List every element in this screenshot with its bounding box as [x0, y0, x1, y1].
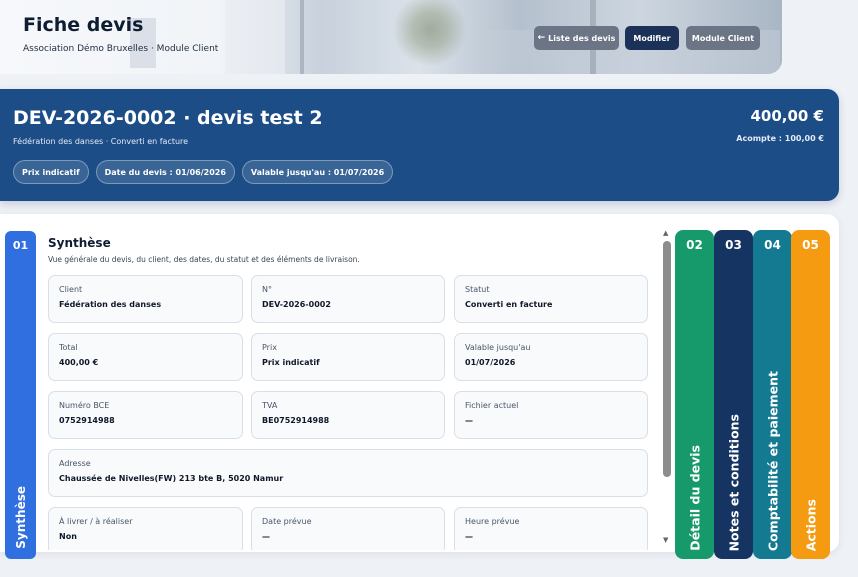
field-label: N°: [262, 285, 272, 294]
quote-hero-card: DEV-2026-0002 · devis test 2 Fédération …: [0, 89, 839, 201]
tab-notes-conditions[interactable]: 03 Notes et conditions: [714, 230, 753, 559]
edit-button[interactable]: Modifier: [625, 26, 679, 50]
scroll-up-arrow-icon[interactable]: ▲: [663, 229, 668, 237]
tab-label: Notes et conditions: [726, 413, 741, 551]
field-label: À livrer / à réaliser: [59, 517, 133, 526]
fields-scroll-area[interactable]: Client Fédération des danses N° DEV-2026…: [40, 230, 660, 550]
quote-chips: Prix indicatif Date du devis : 01/06/202…: [13, 160, 394, 184]
list-quotes-label: Liste des devis: [548, 33, 616, 43]
banner-plant-decoration: [395, 0, 465, 74]
tab-label: Détail du devis: [687, 445, 702, 551]
tab-number: 03: [725, 238, 742, 252]
quote-date-chip: Date du devis : 01/06/2026: [95, 160, 235, 184]
list-quotes-button[interactable]: ← Liste des devis: [534, 26, 619, 50]
tab-synthese[interactable]: 01 Synthèse: [5, 231, 36, 559]
price-type-chip: Prix indicatif: [13, 160, 89, 184]
header-banner: Fiche devis Association Démo Bruxelles ·…: [0, 0, 782, 74]
field-value: —: [465, 532, 473, 541]
field-label: Client: [59, 285, 83, 294]
field-to-deliver: À livrer / à réaliser Non: [48, 507, 243, 550]
field-label: Numéro BCE: [59, 401, 110, 410]
field-address: Adresse Chaussée de Nivelles(FW) 213 bte…: [48, 449, 648, 497]
field-valid-until: Valable jusqu'au 01/07/2026: [454, 333, 648, 381]
field-current-file: Fichier actuel —: [454, 391, 648, 439]
tab-accounting-payment[interactable]: 04 Comptabilité et paiement: [753, 230, 792, 559]
tab-number: 04: [764, 238, 781, 252]
field-status: Statut Converti en facture: [454, 275, 648, 323]
field-vat: TVA BE0752914988: [251, 391, 445, 439]
field-value: Chaussée de Nivelles(FW) 213 bte B, 5020…: [59, 474, 284, 483]
field-label: Statut: [465, 285, 490, 294]
field-label: Fichier actuel: [465, 401, 519, 410]
arrow-left-icon: ←: [537, 33, 546, 43]
scrollbar-thumb[interactable]: [663, 241, 671, 477]
scroll-down-arrow-icon[interactable]: ▼: [663, 536, 668, 544]
field-planned-date: Date prévue —: [251, 507, 445, 550]
client-module-button[interactable]: Module Client: [686, 26, 760, 50]
field-value: —: [262, 532, 270, 541]
page-title: Fiche devis: [23, 14, 144, 36]
field-value: 400,00 €: [59, 358, 99, 367]
quote-deposit: Acompte : 100,00 €: [736, 134, 824, 143]
valid-until-chip: Valable jusqu'au : 01/07/2026: [241, 160, 394, 184]
page-subtitle: Association Démo Bruxelles · Module Clie…: [23, 44, 219, 54]
field-price: Prix Prix indicatif: [251, 333, 445, 381]
field-label: Heure prévue: [465, 517, 520, 526]
quote-title: DEV-2026-0002 · devis test 2: [13, 107, 323, 129]
field-planned-time: Heure prévue —: [454, 507, 648, 550]
field-value: DEV-2026-0002: [262, 300, 331, 309]
tab-number: 02: [686, 238, 703, 252]
field-value: 01/07/2026: [465, 358, 516, 367]
field-number: N° DEV-2026-0002: [251, 275, 445, 323]
tab-number: 01: [12, 239, 29, 252]
quote-subtitle: Fédération des danses · Converti en fact…: [13, 137, 189, 146]
field-value: Non: [59, 532, 77, 541]
tab-label: Actions: [803, 498, 818, 551]
field-label: Prix: [262, 343, 277, 352]
tab-label: Comptabilité et paiement: [765, 370, 780, 551]
field-label: Total: [59, 343, 78, 352]
field-value: Converti en facture: [465, 300, 553, 309]
field-total: Total 400,00 €: [48, 333, 243, 381]
field-value: Fédération des danses: [59, 300, 162, 309]
quote-amount: 400,00 €: [750, 107, 824, 125]
tab-quote-detail[interactable]: 02 Détail du devis: [675, 230, 714, 559]
tab-number: 05: [802, 238, 819, 252]
tab-actions[interactable]: 05 Actions: [791, 230, 830, 559]
field-value: 0752914988: [59, 416, 115, 425]
banner-image-decoration: [300, 0, 304, 74]
field-label: Valable jusqu'au: [465, 343, 531, 352]
field-value: —: [465, 416, 473, 425]
tab-label: Synthèse: [13, 486, 28, 549]
field-bce: Numéro BCE 0752914988: [48, 391, 243, 439]
field-client: Client Fédération des danses: [48, 275, 243, 323]
field-label: Date prévue: [262, 517, 312, 526]
field-value: BE0752914988: [262, 416, 330, 425]
field-value: Prix indicatif: [262, 358, 320, 367]
banner-image-decoration: [225, 0, 285, 74]
field-label: TVA: [262, 401, 278, 410]
field-label: Adresse: [59, 459, 91, 468]
